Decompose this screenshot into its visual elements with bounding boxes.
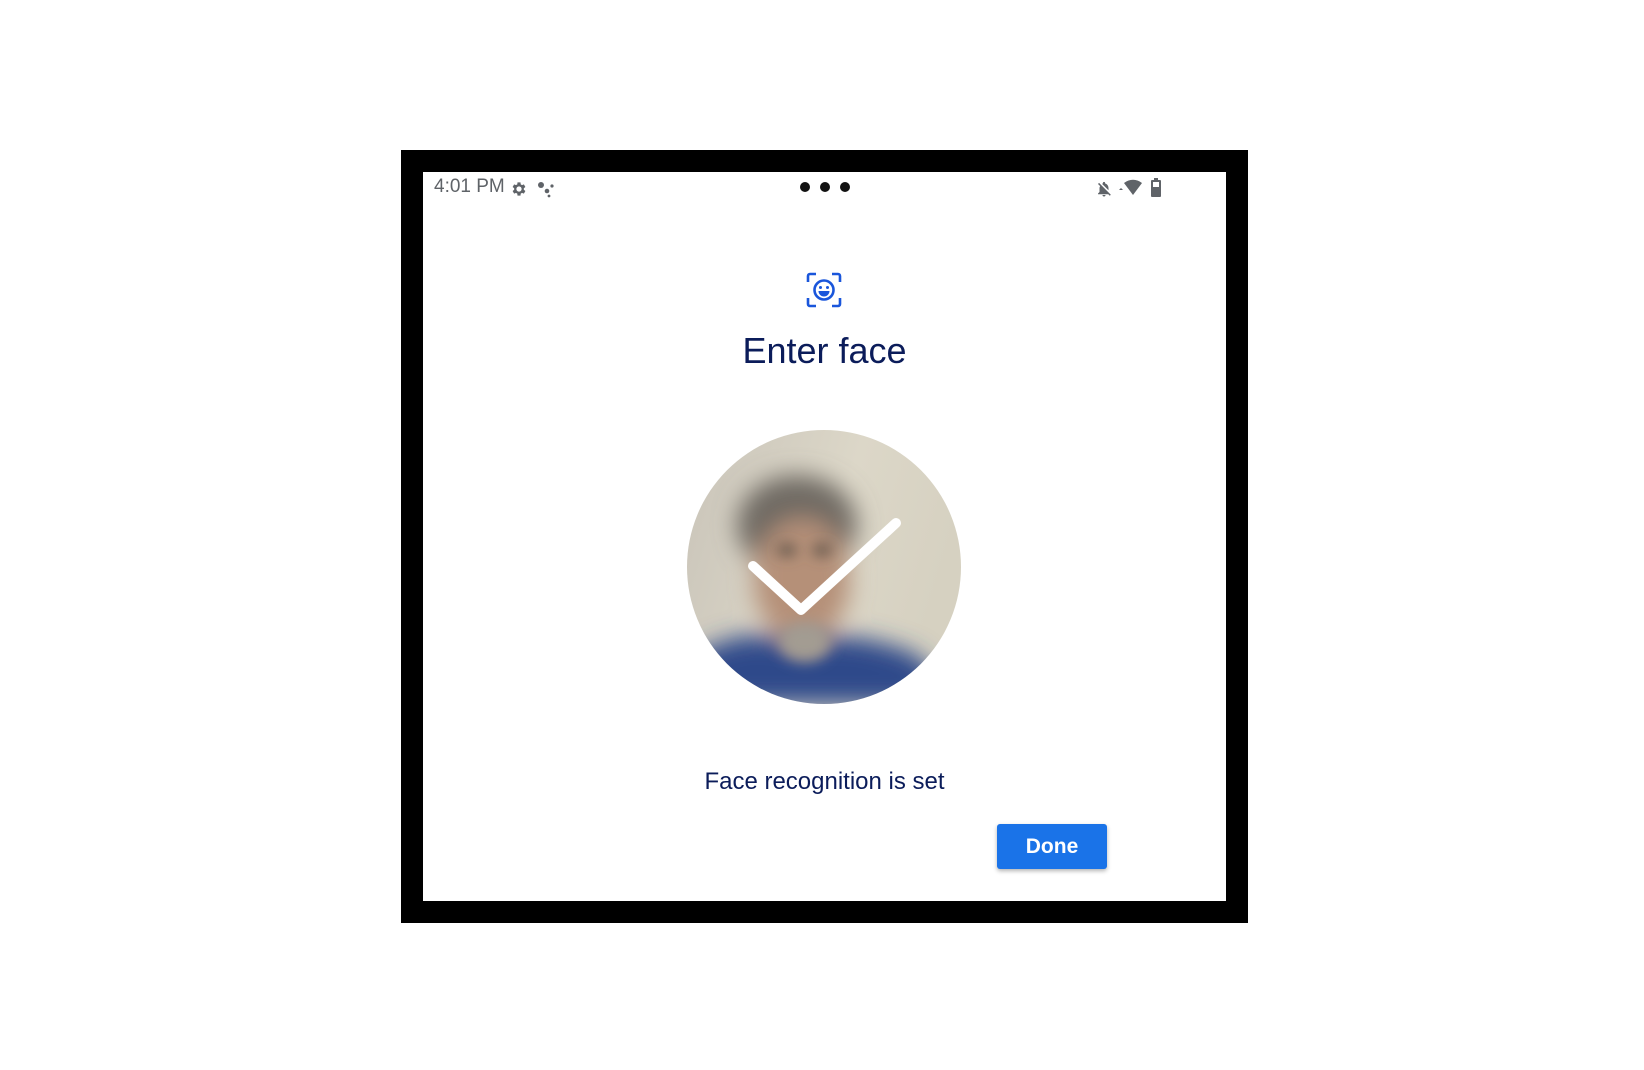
device-frame: 4:01 PM Enter face Face recognition is s… [401,150,1248,923]
camera-cutout [800,182,850,194]
notifications-off-icon [1098,181,1111,197]
battery-icon [1151,178,1161,197]
wifi-icon [1119,179,1142,195]
status-bar: 4:01 PM [423,172,1226,204]
status-time: 4:01 PM [434,176,505,197]
device-screen: 4:01 PM Enter face Face recognition is s… [423,172,1226,901]
gear-icon [512,182,526,196]
page-title: Enter face [742,330,907,371]
face-id-icon [806,272,842,308]
face-photo [687,430,961,704]
face-preview [687,430,961,704]
assistant-icon [538,182,554,198]
result-message: Face recognition is set [704,768,945,795]
done-button[interactable]: Done [997,824,1107,869]
